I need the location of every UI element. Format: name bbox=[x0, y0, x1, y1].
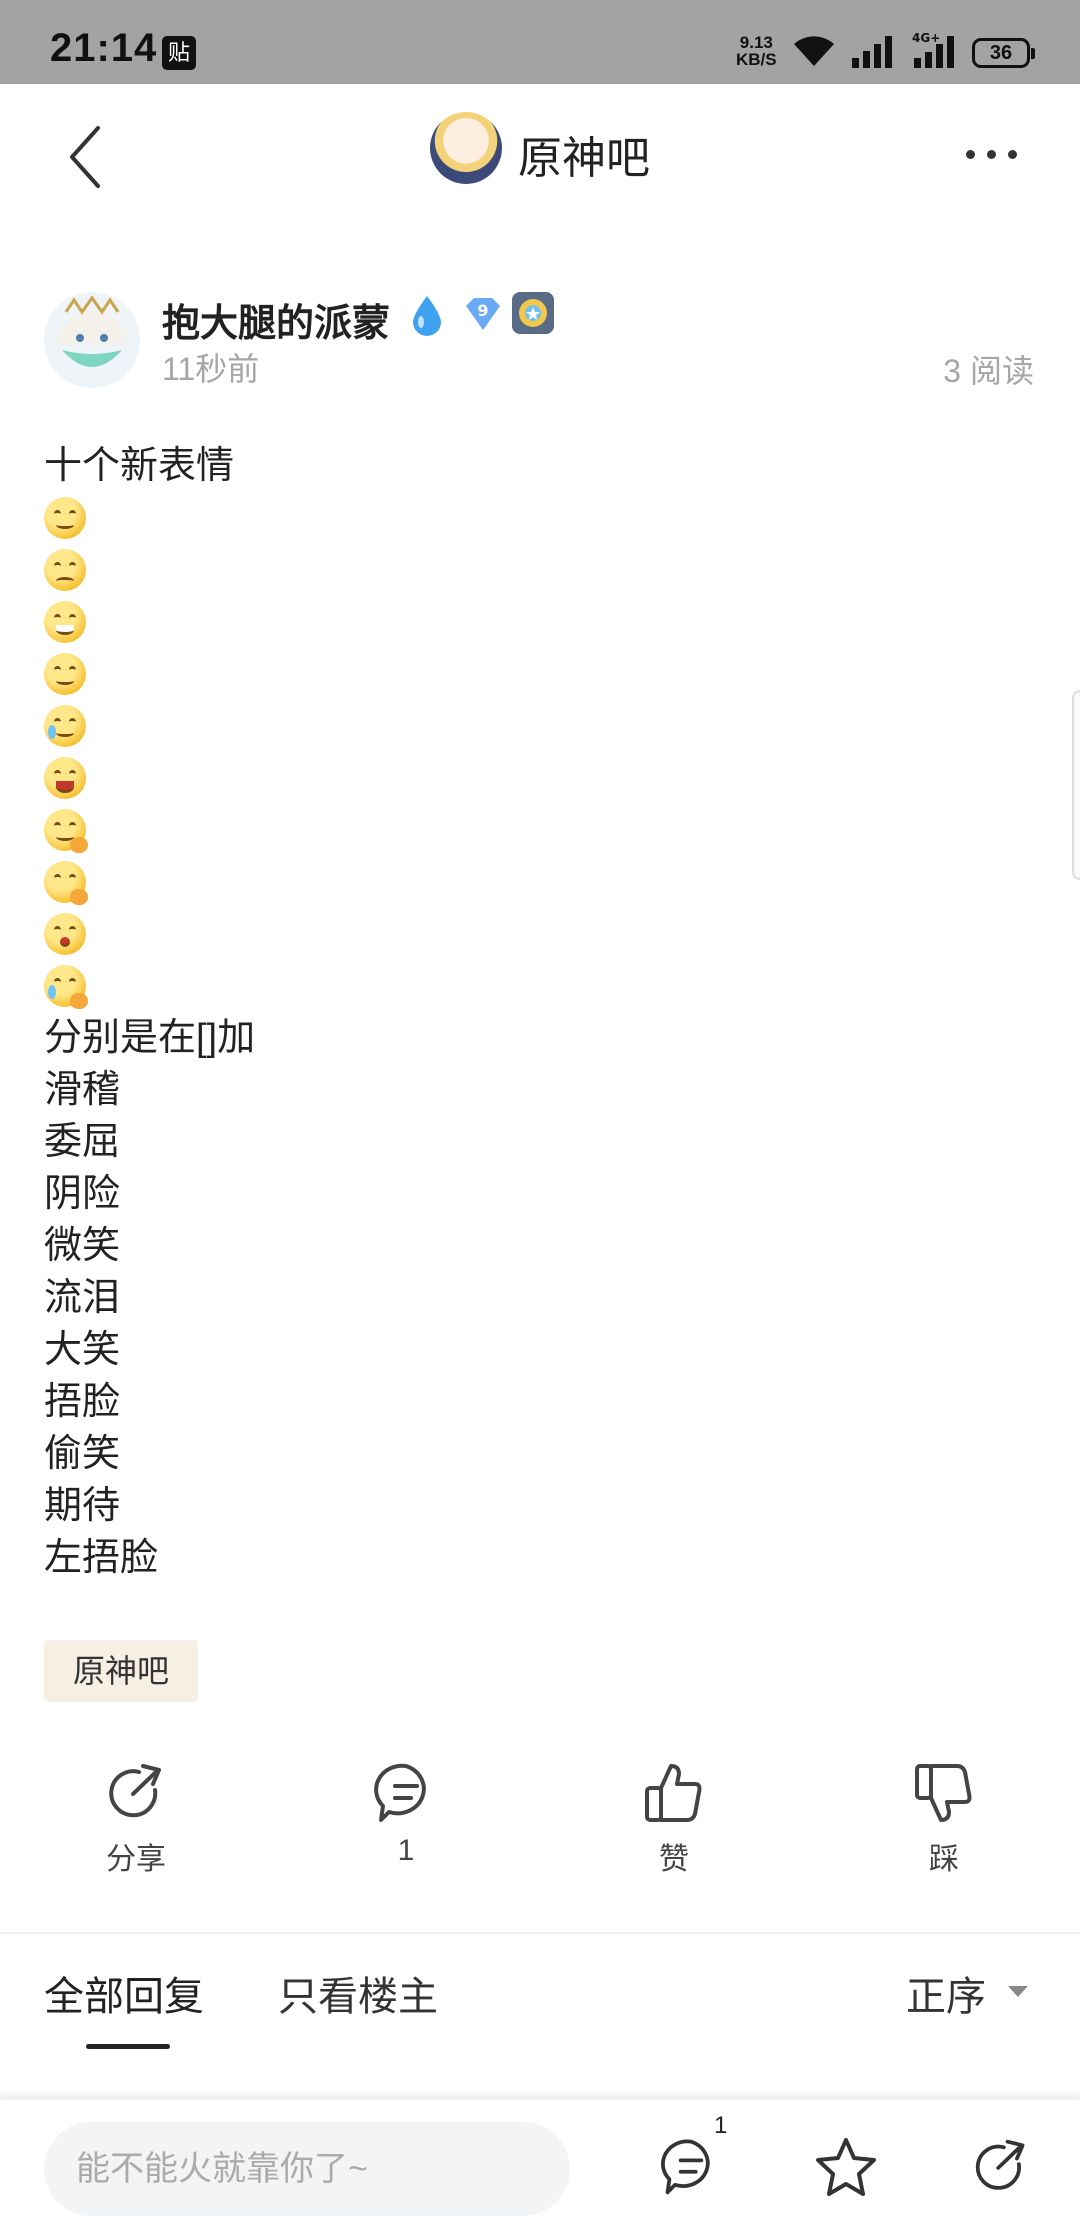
emoji-name: 微笑 bbox=[44, 1225, 121, 1267]
level-number: 9 bbox=[477, 301, 488, 320]
forum-tag[interactable]: 原神吧 bbox=[44, 1640, 198, 1702]
emoji-name: 流泪 bbox=[44, 1277, 121, 1319]
emoji-facepalm bbox=[44, 804, 1044, 856]
emoji-tears bbox=[44, 700, 1044, 752]
sort-dropdown[interactable]: 正序 bbox=[906, 1964, 986, 2022]
share-button[interactable]: 分享 bbox=[76, 1760, 196, 1878]
emoji-sinister bbox=[44, 596, 1044, 648]
signal-icon bbox=[852, 36, 892, 68]
emoji-name: 滑稽 bbox=[44, 1069, 121, 1111]
comment-button[interactable]: 1 bbox=[346, 1760, 466, 1868]
signal-4g-icon: 4G+ bbox=[912, 31, 954, 68]
status-time: 21:14 bbox=[50, 26, 158, 70]
tieba-notification-icon: 贴 bbox=[162, 36, 196, 70]
post-content: 十个新表情 分别是在[]加 滑稽 委屈 阴险 微笑 流泪 大笑 捂脸 偷笑 期待… bbox=[44, 440, 1044, 1584]
tab-all-replies[interactable]: 全部回复 bbox=[44, 1964, 204, 2022]
active-tab-indicator bbox=[86, 2044, 170, 2049]
comment-count: 1 bbox=[397, 1834, 415, 1867]
back-chevron-icon[interactable] bbox=[62, 122, 112, 192]
caret-down-icon[interactable] bbox=[1008, 1986, 1028, 1997]
read-count: 3 阅读 bbox=[943, 353, 1034, 389]
level-badge-icon[interactable]: 9 bbox=[462, 296, 504, 332]
emoji-wronged bbox=[44, 544, 1044, 596]
post-title-line: 十个新表情 bbox=[44, 445, 235, 487]
author-avatar-image bbox=[44, 292, 140, 388]
emoji-expect bbox=[44, 908, 1044, 960]
comments-icon[interactable] bbox=[660, 2136, 722, 2198]
more-options-icon[interactable] bbox=[962, 144, 1022, 164]
section-divider bbox=[0, 1932, 1080, 1934]
comment-input[interactable] bbox=[44, 2122, 570, 2216]
thumbs-up-icon bbox=[645, 1764, 702, 1822]
post-time: 11秒前 bbox=[162, 351, 260, 387]
forum-avatar[interactable] bbox=[430, 112, 502, 184]
like-button[interactable]: 赞 bbox=[614, 1760, 734, 1878]
emoji-snicker bbox=[44, 856, 1044, 908]
comment-badge: 1 bbox=[714, 2112, 728, 2139]
emoji-name: 左捂脸 bbox=[44, 1537, 159, 1579]
emoji-funny bbox=[44, 492, 1044, 544]
emoji-smile bbox=[44, 648, 1044, 700]
emoji-name: 大笑 bbox=[44, 1329, 121, 1371]
emoji-name: 捂脸 bbox=[44, 1381, 121, 1423]
battery-indicator: 36 bbox=[972, 38, 1035, 68]
water-drop-icon bbox=[413, 296, 441, 336]
emoji-left-facepalm bbox=[44, 960, 1044, 1012]
like-label: 赞 bbox=[659, 1843, 689, 1876]
status-bar: 21:14 贴 9.13 KB/S 4G+ 36 bbox=[0, 0, 1080, 84]
network-speed-unit: KB/S bbox=[736, 50, 777, 69]
wifi-icon bbox=[794, 36, 834, 66]
emoji-name: 期待 bbox=[44, 1485, 121, 1527]
scroll-handle[interactable] bbox=[1072, 690, 1080, 880]
tab-owner-only[interactable]: 只看楼主 bbox=[278, 1964, 438, 2022]
dislike-button[interactable]: 踩 bbox=[884, 1760, 1004, 1878]
share-label: 分享 bbox=[106, 1843, 166, 1876]
emoji-name: 阴险 bbox=[44, 1173, 121, 1215]
thumbs-down-icon bbox=[915, 1764, 972, 1822]
comment-icon bbox=[374, 1763, 426, 1822]
post-intro-line: 分别是在[]加 bbox=[44, 1017, 256, 1059]
medal-icon[interactable] bbox=[512, 292, 554, 334]
emoji-name: 偷笑 bbox=[44, 1433, 121, 1475]
svg-text:4G+: 4G+ bbox=[912, 31, 940, 45]
network-speed-value: 9.13 bbox=[739, 33, 773, 52]
emoji-name: 委屈 bbox=[44, 1121, 121, 1163]
network-speed: 9.13 KB/S bbox=[736, 34, 777, 68]
author-name[interactable]: 抱大腿的派蒙 bbox=[162, 292, 390, 347]
share-icon[interactable] bbox=[970, 2136, 1032, 2198]
author-avatar[interactable] bbox=[44, 292, 140, 388]
dislike-label: 踩 bbox=[929, 1843, 959, 1876]
top-navigation-bar: 原神吧 bbox=[0, 84, 1080, 214]
forum-title[interactable]: 原神吧 bbox=[518, 122, 650, 186]
share-icon bbox=[109, 1764, 161, 1818]
emoji-laugh bbox=[44, 752, 1044, 804]
star-favorite-icon[interactable] bbox=[814, 2136, 878, 2198]
post-actions: 分享 1 赞 踩 bbox=[0, 1760, 1080, 1880]
